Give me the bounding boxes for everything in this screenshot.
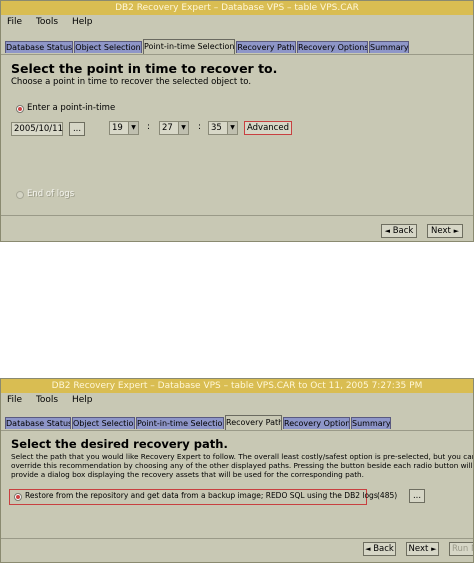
next-label: Next	[408, 544, 429, 554]
back-button[interactable]: ◄ Back	[363, 542, 396, 556]
second-value: 35	[211, 123, 222, 133]
window-title: DB2 Recovery Expert – Database VPS – tab…	[1, 379, 473, 393]
hour-select[interactable]: 19 ▼	[109, 121, 139, 135]
run-button[interactable]: Run N	[449, 542, 473, 556]
tab-divider	[1, 430, 473, 431]
footer-divider	[1, 538, 473, 539]
radio-end-of-logs[interactable]	[16, 191, 24, 199]
tab-object-selection[interactable]: Object Selection	[74, 41, 142, 53]
menu-file[interactable]: File	[7, 17, 22, 27]
window-point-in-time: DB2 Recovery Expert – Database VPS – tab…	[0, 0, 474, 242]
window-title: DB2 Recovery Expert – Database VPS – tab…	[1, 1, 473, 15]
next-button[interactable]: Next ►	[427, 224, 463, 238]
window-recovery-path: DB2 Recovery Expert – Database VPS – tab…	[0, 378, 474, 563]
radio-recovery-path-1[interactable]	[14, 493, 22, 501]
description-line-3: provide a dialog box displaying the reco…	[11, 470, 365, 479]
back-label: Back	[373, 544, 394, 554]
next-label: Next	[431, 226, 451, 236]
page-title: Select the point in time to recover to.	[11, 61, 278, 76]
date-picker-button[interactable]: ...	[69, 122, 85, 136]
time-separator: :	[147, 122, 151, 132]
advanced-button[interactable]: Advanced	[244, 121, 292, 135]
menu-help[interactable]: Help	[72, 17, 93, 27]
radio-point-in-time-label: Enter a point-in-time	[27, 103, 116, 113]
chevron-down-icon[interactable]: ▼	[128, 122, 138, 134]
tab-recovery-options[interactable]: Recovery Options	[283, 417, 350, 429]
chevron-down-icon[interactable]: ▼	[227, 122, 237, 134]
second-select[interactable]: 35 ▼	[208, 121, 238, 135]
tab-recovery-path[interactable]: Recovery Path	[236, 41, 296, 53]
menu-tools[interactable]: Tools	[36, 17, 58, 27]
tab-object-selection[interactable]: Object Selection	[72, 417, 135, 429]
tab-bar: Database Status Object Selection Point-i…	[1, 39, 473, 54]
back-button[interactable]: ◄ Back	[381, 224, 417, 238]
menu-tools[interactable]: Tools	[36, 395, 58, 405]
tab-bar: Database Status Object Selection Point-i…	[1, 415, 473, 430]
tab-point-in-time-selection[interactable]: Point-in-time Selection	[136, 417, 224, 429]
tab-recovery-options[interactable]: Recovery Options	[297, 41, 368, 53]
tab-divider	[1, 54, 473, 55]
tab-database-status[interactable]: Database Status	[5, 41, 73, 53]
page-title: Select the desired recovery path.	[11, 437, 228, 451]
tab-summary[interactable]: Summary	[369, 41, 409, 53]
description-line-1: Select the path that you would like Reco…	[11, 452, 474, 461]
menu-file[interactable]: File	[7, 395, 22, 405]
menu-help[interactable]: Help	[72, 395, 93, 405]
next-arrow-icon: ►	[453, 227, 459, 235]
tab-database-status[interactable]: Database Status	[5, 417, 71, 429]
radio-point-in-time[interactable]	[16, 105, 24, 113]
time-separator: :	[198, 122, 202, 132]
radio-end-of-logs-label: End of logs	[27, 189, 75, 199]
minute-select[interactable]: 27 ▼	[159, 121, 189, 135]
minute-value: 27	[162, 123, 173, 133]
footer-divider	[1, 215, 473, 216]
recovery-path-cost: (485)	[377, 491, 398, 500]
chevron-down-icon[interactable]: ▼	[178, 122, 188, 134]
date-field[interactable]: 2005/10/11	[11, 122, 63, 136]
menu-bar: File Tools Help	[1, 393, 473, 408]
recovery-path-label: Restore from the repository and get data…	[25, 491, 378, 500]
description-line-2: override this recommendation by choosing…	[11, 461, 473, 470]
tab-point-in-time-selection[interactable]: Point-in-time Selection	[143, 39, 235, 54]
next-button[interactable]: Next ►	[406, 542, 439, 556]
back-arrow-icon: ◄	[384, 227, 391, 235]
back-arrow-icon: ◄	[365, 545, 371, 553]
back-label: Back	[392, 226, 414, 236]
path-details-button[interactable]: ...	[409, 489, 425, 503]
tab-recovery-path[interactable]: Recovery Path	[225, 415, 282, 430]
tab-summary[interactable]: Summary	[351, 417, 391, 429]
hour-value: 19	[112, 123, 123, 133]
next-arrow-icon: ►	[431, 545, 437, 553]
menu-bar: File Tools Help	[1, 15, 473, 30]
page-subtitle: Choose a point in time to recover the se…	[11, 77, 252, 87]
